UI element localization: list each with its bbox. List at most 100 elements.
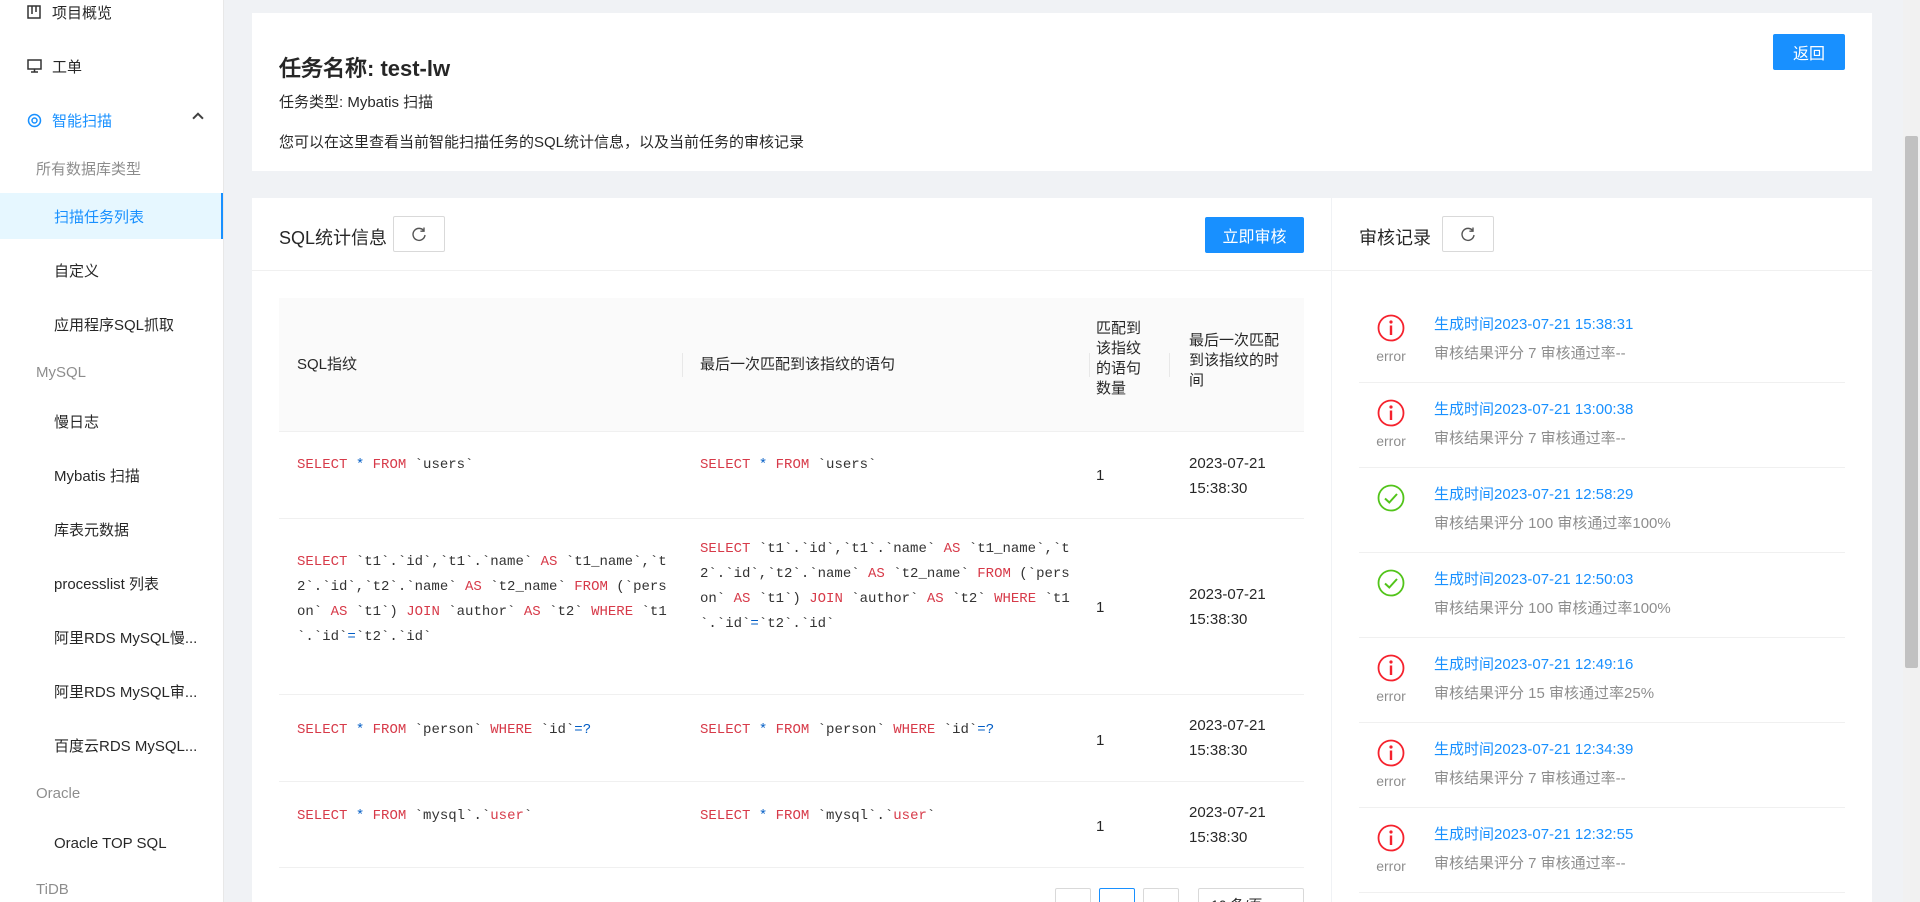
record-summary: 审核结果评分 100 审核通过率100% xyxy=(1434,600,1671,617)
menu-label: 工单 xyxy=(52,58,83,76)
sidebar-item-app-sql[interactable]: 应用程序SQL抓取 xyxy=(0,301,223,347)
record-time-link[interactable]: 生成时间2023-07-21 13:00:38 xyxy=(1434,398,1633,419)
count-cell: 1 xyxy=(1096,818,1105,835)
time-cell: 2023-07-21 15:38:30 xyxy=(1189,804,1266,846)
group-all-db: 所有数据库类型 xyxy=(36,161,142,178)
menu-smart-scan[interactable]: 智能扫描 xyxy=(0,100,223,140)
menu-project-overview[interactable]: 项目概览 xyxy=(0,0,223,32)
records-header: 审核记录 xyxy=(1332,198,1872,271)
group-oracle: Oracle xyxy=(36,785,81,802)
record-item[interactable]: error 生成时间2023-07-21 13:00:38 审核结果评分 7 审核通… xyxy=(1359,383,1845,468)
sql-stats-title: SQL统计信息 xyxy=(279,228,388,248)
col-divider xyxy=(1089,353,1090,377)
col-time: 最后一次匹配到该指纹的时间 xyxy=(1189,332,1280,389)
record-status: error xyxy=(1376,688,1406,704)
record-status: error xyxy=(1376,858,1406,874)
time-cell: 2023-07-21 15:38:30 xyxy=(1189,717,1266,759)
menu-label: 智能扫描 xyxy=(52,112,113,130)
record-summary: 审核结果评分 7 审核通过率-- xyxy=(1434,855,1626,872)
last-sql-cell: SELECT `t1`.`id`,`t1`.`name` AS `t1_name… xyxy=(700,541,1070,632)
desktop-icon xyxy=(26,58,42,74)
fingerprint-cell: SELECT * FROM `mysql`.`user` xyxy=(297,808,533,824)
last-sql-cell: SELECT * FROM `mysql`.`user` xyxy=(700,808,936,824)
sidebar-item-table-meta[interactable]: 库表元数据 xyxy=(0,506,223,552)
sidebar-item-slow-log[interactable]: 慢日志 xyxy=(0,398,223,444)
record-status: error xyxy=(1376,433,1406,449)
table-row: SELECT * FROM `person` WHERE `id`=? SELE… xyxy=(279,695,1304,782)
record-summary: 审核结果评分 15 审核通过率25% xyxy=(1434,685,1655,702)
error-info-icon xyxy=(1376,313,1406,343)
page-title: 任务名称: test-lw xyxy=(279,56,451,81)
record-item[interactable]: error 生成时间2023-07-21 12:34:39 审核结果评分 7 审核通… xyxy=(1359,723,1845,808)
sql-refresh-button[interactable] xyxy=(393,216,445,252)
error-info-icon xyxy=(1376,738,1406,768)
last-sql-cell: SELECT * FROM `person` WHERE `id`=? xyxy=(700,722,995,738)
record-item[interactable]: 生成时间2023-07-21 12:58:29 审核结果评分 100 审核通过率1… xyxy=(1359,468,1845,553)
sidebar-item-scan-task-list[interactable]: 扫描任务列表 xyxy=(0,193,223,239)
sidebar-item-ali-audit[interactable]: 阿里RDS MySQL审... xyxy=(0,668,223,714)
record-item[interactable]: error 生成时间2023-07-21 15:38:31 审核结果评分 7 审核通… xyxy=(1359,298,1845,383)
col-count: 匹配到该指纹的语句数量 xyxy=(1096,320,1142,397)
record-item[interactable]: error 生成时间2023-07-21 12:49:16 审核结果评分 15 审核… xyxy=(1359,638,1845,723)
project-icon xyxy=(26,4,42,20)
record-time-link[interactable]: 生成时间2023-07-21 12:50:03 xyxy=(1434,568,1633,589)
page-1-button[interactable] xyxy=(1099,888,1135,902)
time-cell: 2023-07-21 15:38:30 xyxy=(1189,455,1266,497)
check-circle-icon xyxy=(1376,568,1406,598)
page-scrollbar[interactable] xyxy=(1903,0,1920,902)
records-list: error 生成时间2023-07-21 15:38:31 审核结果评分 7 审核通… xyxy=(1359,298,1845,893)
record-time-link[interactable]: 生成时间2023-07-21 12:34:39 xyxy=(1434,738,1633,759)
group-tidb: TiDB xyxy=(36,881,69,898)
fingerprint-cell: SELECT * FROM `person` WHERE `id`=? xyxy=(297,722,592,738)
page-size-select[interactable]: 10 条/页 xyxy=(1198,888,1304,902)
sql-stats-card: SQL统计信息 立即审核 SQL指纹 最后一次匹配到该指纹的语句 匹配到该指纹的… xyxy=(252,198,1331,902)
scrollbar-thumb[interactable] xyxy=(1905,136,1918,668)
sidebar-item-custom[interactable]: 自定义 xyxy=(0,247,223,293)
next-page-button[interactable] xyxy=(1143,888,1179,902)
record-summary: 审核结果评分 7 审核通过率-- xyxy=(1434,345,1626,362)
sidebar-item-processlist[interactable]: processlist 列表 xyxy=(0,560,223,606)
audit-now-button[interactable]: 立即审核 xyxy=(1205,217,1304,253)
sidebar-item-oracle-top[interactable]: Oracle TOP SQL xyxy=(0,820,223,866)
sidebar-item-mybatis[interactable]: Mybatis 扫描 xyxy=(0,452,223,498)
chevron-up-icon xyxy=(192,112,204,124)
menu-work-order[interactable]: 工单 xyxy=(0,46,223,86)
col-last-sql: 最后一次匹配到该指纹的语句 xyxy=(700,356,896,373)
count-cell: 1 xyxy=(1096,732,1105,749)
record-summary: 审核结果评分 7 审核通过率-- xyxy=(1434,770,1626,787)
sidebar-item-baidu[interactable]: 百度云RDS MySQL... xyxy=(0,722,223,768)
record-time-link[interactable]: 生成时间2023-07-21 15:38:31 xyxy=(1434,313,1633,334)
group-mysql: MySQL xyxy=(36,364,87,381)
menu-label: 项目概览 xyxy=(52,4,113,22)
record-time-link[interactable]: 生成时间2023-07-21 12:49:16 xyxy=(1434,653,1633,674)
record-time-link[interactable]: 生成时间2023-07-21 12:32:55 xyxy=(1434,823,1633,844)
table-row: SELECT * FROM `users` SELECT * FROM `use… xyxy=(279,432,1304,519)
task-header-card: 任务名称: test-lw 任务类型: Mybatis 扫描 您可以在这里查看当… xyxy=(252,13,1872,171)
records-refresh-button[interactable] xyxy=(1442,216,1494,252)
table-row: SELECT * FROM `mysql`.`user` SELECT * FR… xyxy=(279,782,1304,868)
refresh-icon xyxy=(1461,227,1475,241)
back-button[interactable]: 返回 xyxy=(1773,34,1845,70)
record-time-link[interactable]: 生成时间2023-07-21 12:58:29 xyxy=(1434,483,1633,504)
record-item[interactable]: error 生成时间2023-07-21 12:32:55 审核结果评分 7 审核通… xyxy=(1359,808,1845,893)
sidebar-item-ali-slow[interactable]: 阿里RDS MySQL慢... xyxy=(0,614,223,660)
fingerprint-cell: SELECT * FROM `users` xyxy=(297,457,474,473)
records-title: 审核记录 xyxy=(1359,228,1431,248)
sql-stats-header: SQL统计信息 立即审核 xyxy=(252,198,1331,271)
error-info-icon xyxy=(1376,823,1406,853)
sql-stats-table: SQL指纹 最后一次匹配到该指纹的语句 匹配到该指纹的语句数量 最后一次匹配到该… xyxy=(279,298,1304,868)
task-description: 您可以在这里查看当前智能扫描任务的SQL统计信息，以及当前任务的审核记录 xyxy=(279,134,805,151)
col-divider xyxy=(1169,353,1170,377)
record-status: error xyxy=(1376,773,1406,789)
record-item[interactable]: 生成时间2023-07-21 12:50:03 审核结果评分 100 审核通过率1… xyxy=(1359,553,1845,638)
count-cell: 1 xyxy=(1096,467,1105,484)
refresh-icon xyxy=(412,227,426,241)
task-type: 任务类型: Mybatis 扫描 xyxy=(279,94,434,111)
prev-page-button[interactable] xyxy=(1055,888,1091,902)
record-status: error xyxy=(1376,348,1406,364)
error-info-icon xyxy=(1376,653,1406,683)
error-info-icon xyxy=(1376,398,1406,428)
record-summary: 审核结果评分 7 审核通过率-- xyxy=(1434,430,1626,447)
audit-records-card: 审核记录 error 生成时间2023-07-21 15:38:31 审核结果评分 … xyxy=(1332,198,1872,902)
scan-icon xyxy=(26,112,42,128)
